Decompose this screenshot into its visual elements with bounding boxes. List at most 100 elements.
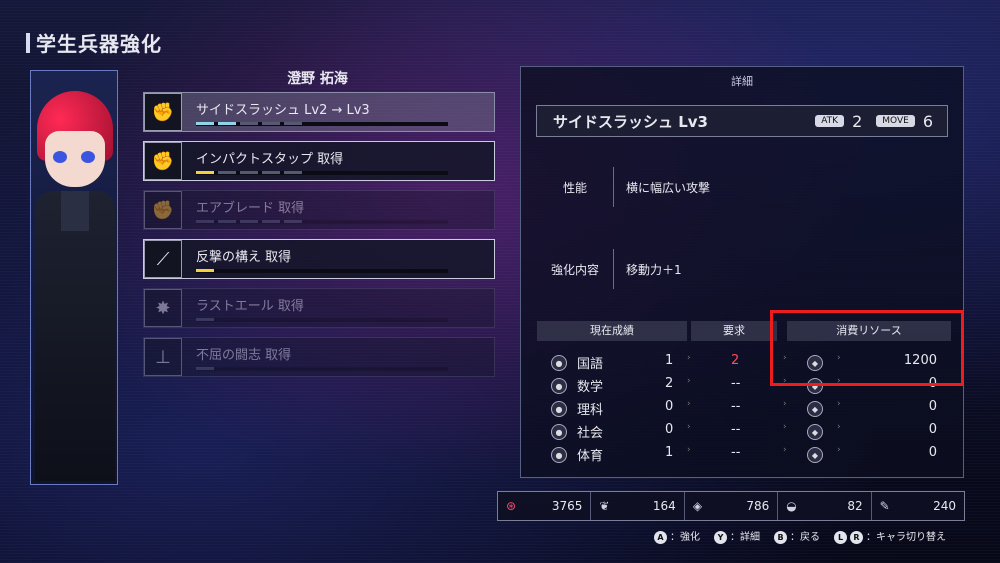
hint-label: ：詳細: [730, 532, 760, 543]
resource-cell: ✎ 240: [872, 492, 964, 520]
level-pip: [218, 220, 236, 223]
enhancement-value: 移動力＋1: [626, 262, 682, 277]
level-pip: [284, 171, 302, 174]
subject-name: 社会: [577, 426, 604, 441]
current-grade: 0: [665, 422, 674, 437]
detail-skill-name: サイドスラッシュ Lv3: [553, 112, 708, 131]
skill-label: インパクトスタップ 取得: [196, 152, 344, 167]
controller-button-icon: R: [850, 531, 863, 544]
subject-name: 数学: [577, 380, 604, 395]
col-required: 要求: [691, 321, 777, 341]
level-pip: [196, 122, 214, 125]
level-pip: [218, 171, 236, 174]
hint-item: Y ：詳細: [714, 528, 760, 544]
atk-tag: ATK: [815, 115, 845, 127]
controller-button-icon: Y: [714, 531, 727, 544]
subject-icon: ●: [551, 447, 567, 463]
arrow-icon: ›: [837, 445, 841, 455]
level-pip: [240, 220, 258, 223]
subject-icon: ●: [551, 378, 567, 394]
detail-skill-bar: サイドスラッシュ Lv3 ATK 2 MOVE 6: [536, 105, 948, 137]
skill-level-pips: [196, 269, 214, 272]
skill-label: ラストエール 取得: [196, 299, 304, 314]
subject-icon: ●: [551, 401, 567, 417]
wrench-resource-icon: ✎: [879, 499, 890, 513]
fist-icon: ✊: [144, 142, 182, 180]
burst-icon: ✸: [144, 289, 182, 327]
resource-cost: 0: [928, 399, 937, 414]
current-grade: 1: [665, 445, 674, 460]
resource-cell: ◈ 786: [685, 492, 779, 520]
performance-row: 性能 横に幅広い攻撃: [537, 167, 710, 207]
controller-button-icon: L: [834, 531, 847, 544]
arrow-icon: ›: [837, 399, 841, 409]
hint-label: ：キャラ切り替え: [866, 532, 946, 543]
blade-icon: ⟋: [144, 240, 182, 278]
resource-inventory-bar: ⊛ 3765 ❦ 164 ◈ 786 ◒ 82 ✎ 240: [497, 491, 965, 521]
skill-item[interactable]: ✊ エアブレード 取得: [143, 190, 495, 230]
level-pip: [196, 269, 214, 272]
portrait-uniform: [35, 191, 115, 481]
level-pip: [240, 122, 258, 125]
resource-icon: ◆: [807, 447, 823, 463]
resource-cost: 0: [928, 422, 937, 437]
required-grade: 2: [731, 353, 740, 368]
resource-amount: 786: [746, 499, 770, 513]
level-pip: [262, 171, 280, 174]
level-pip: [196, 318, 214, 321]
subject-row: ● 社会 0 › -- › ◆ › 0: [537, 422, 951, 444]
hint-label: ：戻る: [790, 532, 820, 543]
resource-amount: 3765: [551, 499, 583, 513]
skill-progress-track: [196, 367, 448, 371]
crystal-resource-icon: ◈: [692, 499, 703, 513]
hint-label: ：強化: [670, 532, 700, 543]
arrow-icon: ›: [783, 399, 787, 409]
resource-cost: 0: [928, 445, 937, 460]
skill-item[interactable]: ⟋ 反撃の構え 取得: [143, 239, 495, 279]
arrow-icon: ›: [687, 353, 691, 363]
enhancement-row: 強化内容 移動力＋1: [537, 249, 682, 289]
resource-cell: ❦ 164: [591, 492, 685, 520]
hint-item: B ：戻る: [774, 528, 820, 544]
subject-name: 国語: [577, 357, 604, 372]
resource-cell: ◒ 82: [778, 492, 872, 520]
move-tag: MOVE: [876, 115, 915, 127]
controller-button-icon: A: [654, 531, 667, 544]
required-grade: --: [731, 376, 741, 391]
skill-item[interactable]: ⊥ 不屈の闘志 取得: [143, 337, 495, 377]
required-grade: --: [731, 422, 741, 437]
performance-value: 横に幅広い攻撃: [626, 180, 711, 195]
skill-item[interactable]: ✸ ラストエール 取得: [143, 288, 495, 328]
title-bar-icon: [26, 32, 30, 53]
level-pip: [284, 122, 302, 125]
col-current-grades: 現在成績: [537, 321, 687, 341]
resource-icon: ◆: [807, 424, 823, 440]
skill-progress-track: [196, 269, 448, 273]
character-portrait: [30, 70, 118, 485]
skill-level-pips: [196, 171, 302, 174]
skill-level-pips: [196, 122, 302, 125]
portrait-collar: [61, 191, 89, 231]
level-pip: [196, 220, 214, 223]
level-pip: [262, 122, 280, 125]
skill-item[interactable]: ✊ サイドスラッシュ Lv2 → Lv3: [143, 92, 495, 132]
resource-amount: 164: [652, 499, 676, 513]
performance-label: 性能: [562, 180, 587, 195]
subject-name: 体育: [577, 449, 604, 464]
resource-amount: 82: [847, 499, 863, 513]
required-grade: --: [731, 445, 741, 460]
subject-icon: ●: [551, 424, 567, 440]
skill-item[interactable]: ✊ インパクトスタップ 取得: [143, 141, 495, 181]
resource-cell: ⊛ 3765: [498, 492, 592, 520]
portrait-face: [45, 131, 105, 187]
level-pip: [284, 220, 302, 223]
resource-highlight-box: [770, 310, 964, 386]
arrow-icon: ›: [783, 445, 787, 455]
hint-item: A ：強化: [654, 528, 700, 544]
current-grade: 2: [665, 376, 674, 391]
detail-panel: 詳細 サイドスラッシュ Lv3 ATK 2 MOVE 6 性能 横に幅広い攻撃 …: [520, 66, 964, 478]
level-pip: [218, 122, 236, 125]
subject-row: ● 体育 1 › -- › ◆ › 0: [537, 445, 951, 467]
level-pip: [196, 367, 214, 370]
skill-level-pips: [196, 220, 302, 223]
